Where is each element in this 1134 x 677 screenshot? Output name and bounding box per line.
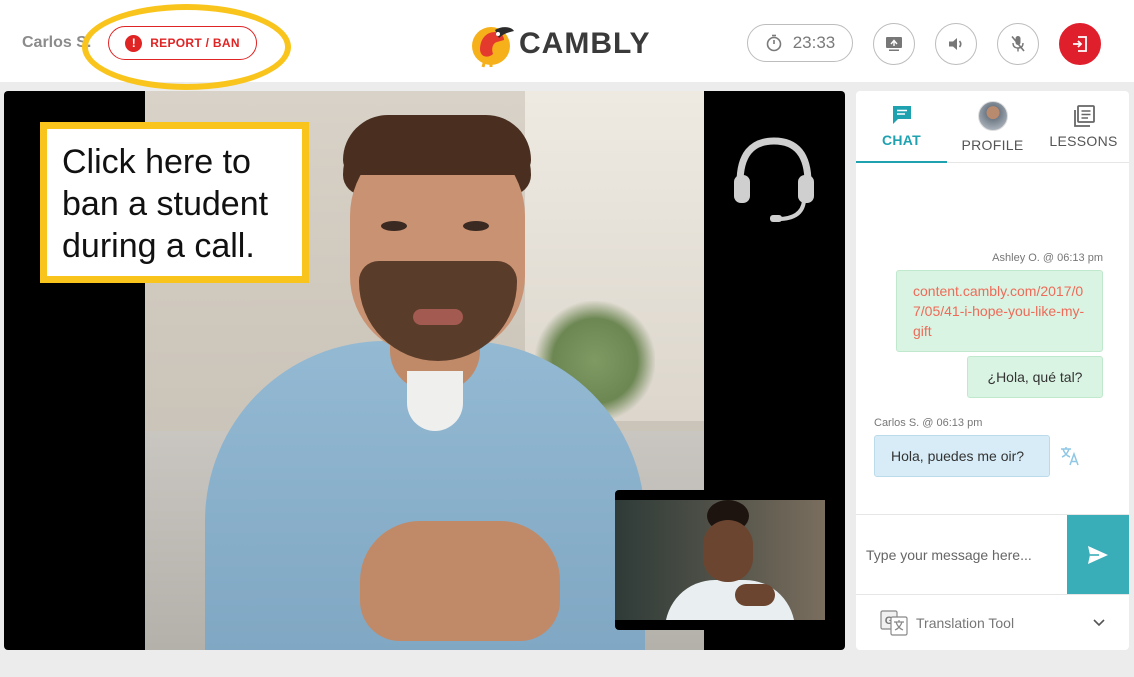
chat-icon (892, 106, 911, 124)
message-text: ¿Hola, qué tal? (987, 369, 1083, 385)
end-call-button[interactable] (1059, 23, 1101, 65)
translate-icon[interactable] (1059, 445, 1081, 467)
tab-lessons[interactable]: LESSONS (1038, 91, 1129, 163)
chat-composer (856, 514, 1129, 595)
speaker-icon (949, 38, 962, 50)
translation-tool-label: Translation Tool (916, 614, 1015, 631)
student-video-thumbnail (615, 490, 825, 630)
side-panel: CHAT PROFILE LESSONS Ashley O. @ 06:13 p… (856, 91, 1129, 650)
tab-chat-label: CHAT (881, 132, 922, 148)
message-input[interactable] (856, 515, 1067, 595)
chevron-down-icon (1093, 618, 1105, 626)
logo-text: CAMBLY (519, 27, 651, 60)
message-text: content.cambly.com/2017/07/05/41-i-hope-… (913, 283, 1085, 339)
chat-message: Hola, puedes me oir? (874, 435, 1050, 477)
chat-message: ¿Hola, qué tal? (967, 356, 1103, 398)
student-name: Carlos S. (22, 34, 92, 51)
avatar (977, 101, 1008, 131)
cambly-logo: CAMBLY (471, 20, 651, 68)
mute-microphone-button[interactable] (997, 23, 1039, 65)
tab-lessons-label: LESSONS (1049, 133, 1118, 149)
lessons-icon (1073, 105, 1095, 127)
tab-profile-label: PROFILE (961, 137, 1024, 153)
google-translate-icon: G (880, 609, 908, 636)
panel-tabs: CHAT PROFILE LESSONS (856, 91, 1129, 163)
headset-icon (734, 137, 814, 222)
message-meta: Ashley O. @ 06:13 pm (992, 252, 1103, 264)
call-timer: 23:33 (747, 24, 853, 62)
exit-icon (1073, 36, 1087, 52)
chat-message-link[interactable]: content.cambly.com/2017/07/05/41-i-hope-… (896, 270, 1103, 352)
screen-share-icon (886, 37, 902, 51)
message-text: Hola, puedes me oir? (891, 448, 1025, 464)
instruction-callout: Click here to ban a student during a cal… (40, 122, 309, 283)
volume-button[interactable] (935, 23, 977, 65)
tab-profile[interactable]: PROFILE (947, 91, 1038, 163)
timer-value: 23:33 (792, 33, 836, 52)
stopwatch-icon (766, 34, 782, 52)
translation-tool-toggle[interactable]: G Translation Tool (856, 594, 1129, 650)
microphone-off-icon (1011, 35, 1025, 52)
toucan-icon (472, 27, 514, 68)
top-bar: Carlos S. ! REPORT / BAN CAMBLY 23:33 (0, 0, 1134, 90)
screen-share-button[interactable] (873, 23, 915, 65)
report-ban-label: REPORT / BAN (150, 36, 240, 50)
report-ban-button[interactable]: ! REPORT / BAN (108, 26, 257, 60)
tab-chat[interactable]: CHAT (856, 91, 947, 163)
send-button[interactable] (1067, 515, 1129, 595)
message-meta: Carlos S. @ 06:13 pm (874, 417, 983, 429)
send-icon (1088, 546, 1108, 564)
callout-text: Click here to ban a student during a cal… (62, 143, 269, 265)
warning-icon: ! (125, 34, 143, 52)
